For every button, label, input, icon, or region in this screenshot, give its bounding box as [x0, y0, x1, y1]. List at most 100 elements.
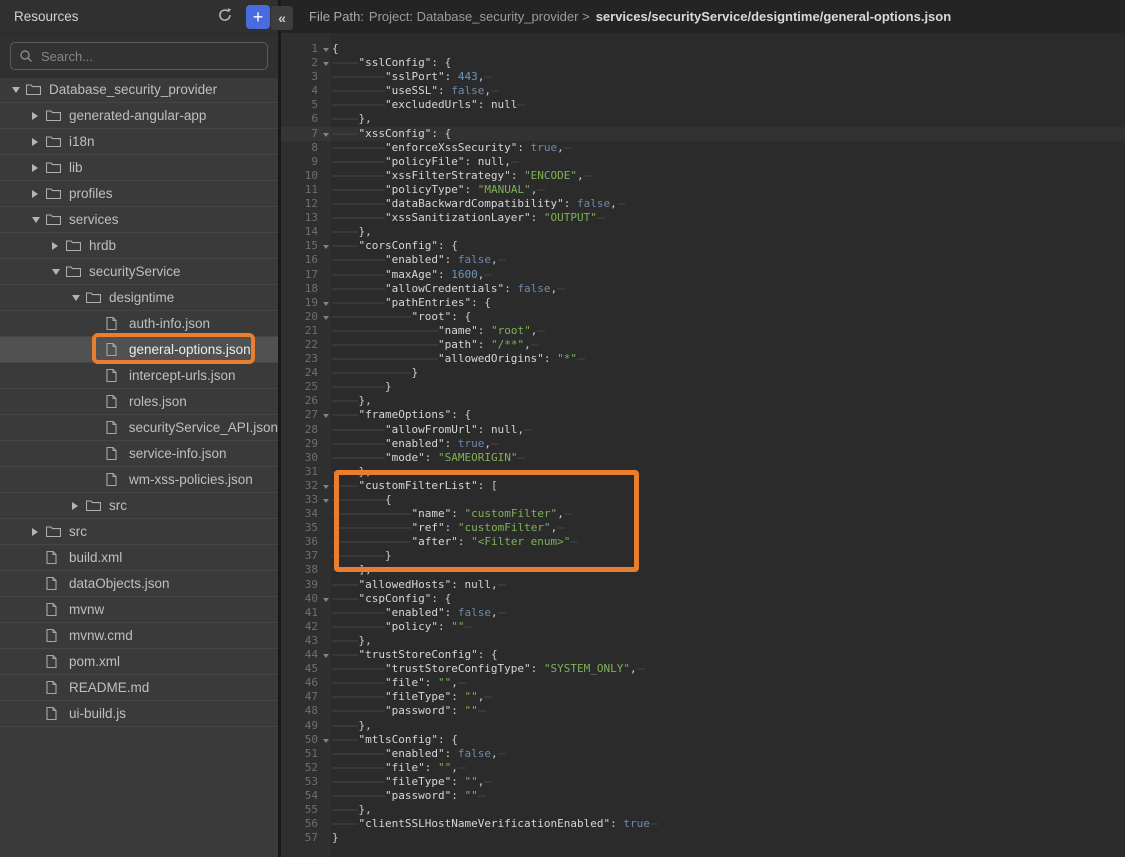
- tree-item-build-xml[interactable]: build.xml: [0, 545, 278, 571]
- code-line-20[interactable]: 20"root": {: [281, 310, 1125, 324]
- fold-toggle-icon[interactable]: [323, 414, 329, 418]
- tree-item-src[interactable]: src: [0, 493, 278, 519]
- chevron-right-icon[interactable]: [32, 528, 38, 536]
- chevron-down-icon[interactable]: [72, 295, 80, 301]
- search-input[interactable]: [10, 42, 268, 70]
- code-line-12[interactable]: 12"dataBackwardCompatibility": false,: [281, 197, 1125, 211]
- tree-item-lib[interactable]: lib: [0, 155, 278, 181]
- tree-item-intercept-urls-json[interactable]: intercept-urls.json: [0, 363, 278, 389]
- code-line-54[interactable]: 54"password": "": [281, 789, 1125, 803]
- code-line-40[interactable]: 40"cspConfig": {: [281, 592, 1125, 606]
- code-editor[interactable]: 1{2"sslConfig": {3"sslPort": 443,4"useSS…: [281, 33, 1125, 857]
- code-line-2[interactable]: 2"sslConfig": {: [281, 56, 1125, 70]
- tree-item-auth-info-json[interactable]: auth-info.json: [0, 311, 278, 337]
- tree-item-database-security-provider[interactable]: Database_security_provider: [0, 77, 278, 103]
- code-line-49[interactable]: 49},: [281, 719, 1125, 733]
- code-line-28[interactable]: 28"allowFromUrl": null,: [281, 423, 1125, 437]
- code-line-30[interactable]: 30"mode": "SAMEORIGIN": [281, 451, 1125, 465]
- fold-toggle-icon[interactable]: [323, 48, 329, 52]
- code-line-44[interactable]: 44"trustStoreConfig": {: [281, 648, 1125, 662]
- code-line-4[interactable]: 4"useSSL": false,: [281, 84, 1125, 98]
- code-line-50[interactable]: 50"mtlsConfig": {: [281, 733, 1125, 747]
- fold-toggle-icon[interactable]: [323, 499, 329, 503]
- code-line-24[interactable]: 24}: [281, 366, 1125, 380]
- refresh-button[interactable]: [214, 6, 236, 28]
- code-line-51[interactable]: 51"enabled": false,: [281, 747, 1125, 761]
- tree-item-i18n[interactable]: i18n: [0, 129, 278, 155]
- code-line-18[interactable]: 18"allowCredentials": false,: [281, 282, 1125, 296]
- code-line-27[interactable]: 27"frameOptions": {: [281, 408, 1125, 422]
- chevron-right-icon[interactable]: [72, 502, 78, 510]
- fold-toggle-icon[interactable]: [323, 302, 329, 306]
- code-line-8[interactable]: 8"enforceXssSecurity": true,: [281, 141, 1125, 155]
- add-resource-button[interactable]: +: [246, 5, 270, 29]
- code-line-39[interactable]: 39"allowedHosts": null,: [281, 578, 1125, 592]
- code-line-22[interactable]: 22"path": "/**",: [281, 338, 1125, 352]
- code-line-32[interactable]: 32"customFilterList": [: [281, 479, 1125, 493]
- code-line-33[interactable]: 33{: [281, 493, 1125, 507]
- code-line-6[interactable]: 6},: [281, 112, 1125, 126]
- tree-item-src[interactable]: src: [0, 519, 278, 545]
- tree-item-services[interactable]: services: [0, 207, 278, 233]
- tree-item-wm-xss-policies-json[interactable]: wm-xss-policies.json: [0, 467, 278, 493]
- chevron-right-icon[interactable]: [32, 190, 38, 198]
- tree-item-roles-json[interactable]: roles.json: [0, 389, 278, 415]
- code-line-35[interactable]: 35"ref": "customFilter",: [281, 521, 1125, 535]
- chevron-right-icon[interactable]: [52, 242, 58, 250]
- collapse-panel-button[interactable]: «: [271, 6, 293, 30]
- code-line-47[interactable]: 47"fileType": "",: [281, 690, 1125, 704]
- fold-toggle-icon[interactable]: [323, 654, 329, 658]
- tree-item-mvnw[interactable]: mvnw: [0, 597, 278, 623]
- tree-item-mvnw-cmd[interactable]: mvnw.cmd: [0, 623, 278, 649]
- code-line-41[interactable]: 41"enabled": false,: [281, 606, 1125, 620]
- code-line-26[interactable]: 26},: [281, 394, 1125, 408]
- chevron-down-icon[interactable]: [12, 87, 20, 93]
- code-line-14[interactable]: 14},: [281, 225, 1125, 239]
- tree-item-hrdb[interactable]: hrdb: [0, 233, 278, 259]
- code-line-46[interactable]: 46"file": "",: [281, 676, 1125, 690]
- tree-item-securityservice[interactable]: securityService: [0, 259, 278, 285]
- code-line-11[interactable]: 11"policyType": "MANUAL",: [281, 183, 1125, 197]
- code-line-38[interactable]: 38],: [281, 563, 1125, 577]
- tree-item-generated-angular-app[interactable]: generated-angular-app: [0, 103, 278, 129]
- chevron-right-icon[interactable]: [32, 138, 38, 146]
- code-line-19[interactable]: 19"pathEntries": {: [281, 296, 1125, 310]
- code-line-56[interactable]: 56"clientSSLHostNameVerificationEnabled"…: [281, 817, 1125, 831]
- tree-item-securityservice-api-json[interactable]: securityService_API.json: [0, 415, 278, 441]
- code-line-3[interactable]: 3"sslPort": 443,: [281, 70, 1125, 84]
- fold-toggle-icon[interactable]: [323, 485, 329, 489]
- tree-item-dataobjects-json[interactable]: dataObjects.json: [0, 571, 278, 597]
- code-line-48[interactable]: 48"password": "": [281, 704, 1125, 718]
- tree-item-readme-md[interactable]: README.md: [0, 675, 278, 701]
- code-line-9[interactable]: 9"policyFile": null,: [281, 155, 1125, 169]
- fold-toggle-icon[interactable]: [323, 62, 329, 66]
- chevron-down-icon[interactable]: [52, 269, 60, 275]
- fold-toggle-icon[interactable]: [323, 598, 329, 602]
- code-line-34[interactable]: 34"name": "customFilter",: [281, 507, 1125, 521]
- code-line-36[interactable]: 36"after": "<Filter enum>": [281, 535, 1125, 549]
- code-line-10[interactable]: 10"xssFilterStrategy": "ENCODE",: [281, 169, 1125, 183]
- code-line-25[interactable]: 25}: [281, 380, 1125, 394]
- fold-toggle-icon[interactable]: [323, 316, 329, 320]
- chevron-down-icon[interactable]: [32, 217, 40, 223]
- code-line-15[interactable]: 15"corsConfig": {: [281, 239, 1125, 253]
- code-line-23[interactable]: 23"allowedOrigins": "*": [281, 352, 1125, 366]
- code-line-57[interactable]: 57}: [281, 831, 1125, 845]
- code-line-52[interactable]: 52"file": "",: [281, 761, 1125, 775]
- tree-item-profiles[interactable]: profiles: [0, 181, 278, 207]
- code-line-29[interactable]: 29"enabled": true,: [281, 437, 1125, 451]
- code-line-53[interactable]: 53"fileType": "",: [281, 775, 1125, 789]
- tree-item-pom-xml[interactable]: pom.xml: [0, 649, 278, 675]
- chevron-right-icon[interactable]: [32, 112, 38, 120]
- code-line-42[interactable]: 42"policy": "": [281, 620, 1125, 634]
- code-line-31[interactable]: 31},: [281, 465, 1125, 479]
- code-line-13[interactable]: 13"xssSanitizationLayer": "OUTPUT": [281, 211, 1125, 225]
- code-line-7[interactable]: 7"xssConfig": {: [281, 127, 1125, 141]
- code-line-16[interactable]: 16"enabled": false,: [281, 253, 1125, 267]
- code-line-5[interactable]: 5"excludedUrls": null: [281, 98, 1125, 112]
- code-line-37[interactable]: 37}: [281, 549, 1125, 563]
- fold-toggle-icon[interactable]: [323, 739, 329, 743]
- tree-item-designtime[interactable]: designtime: [0, 285, 278, 311]
- code-line-45[interactable]: 45"trustStoreConfigType": "SYSTEM_ONLY",: [281, 662, 1125, 676]
- code-line-21[interactable]: 21"name": "root",: [281, 324, 1125, 338]
